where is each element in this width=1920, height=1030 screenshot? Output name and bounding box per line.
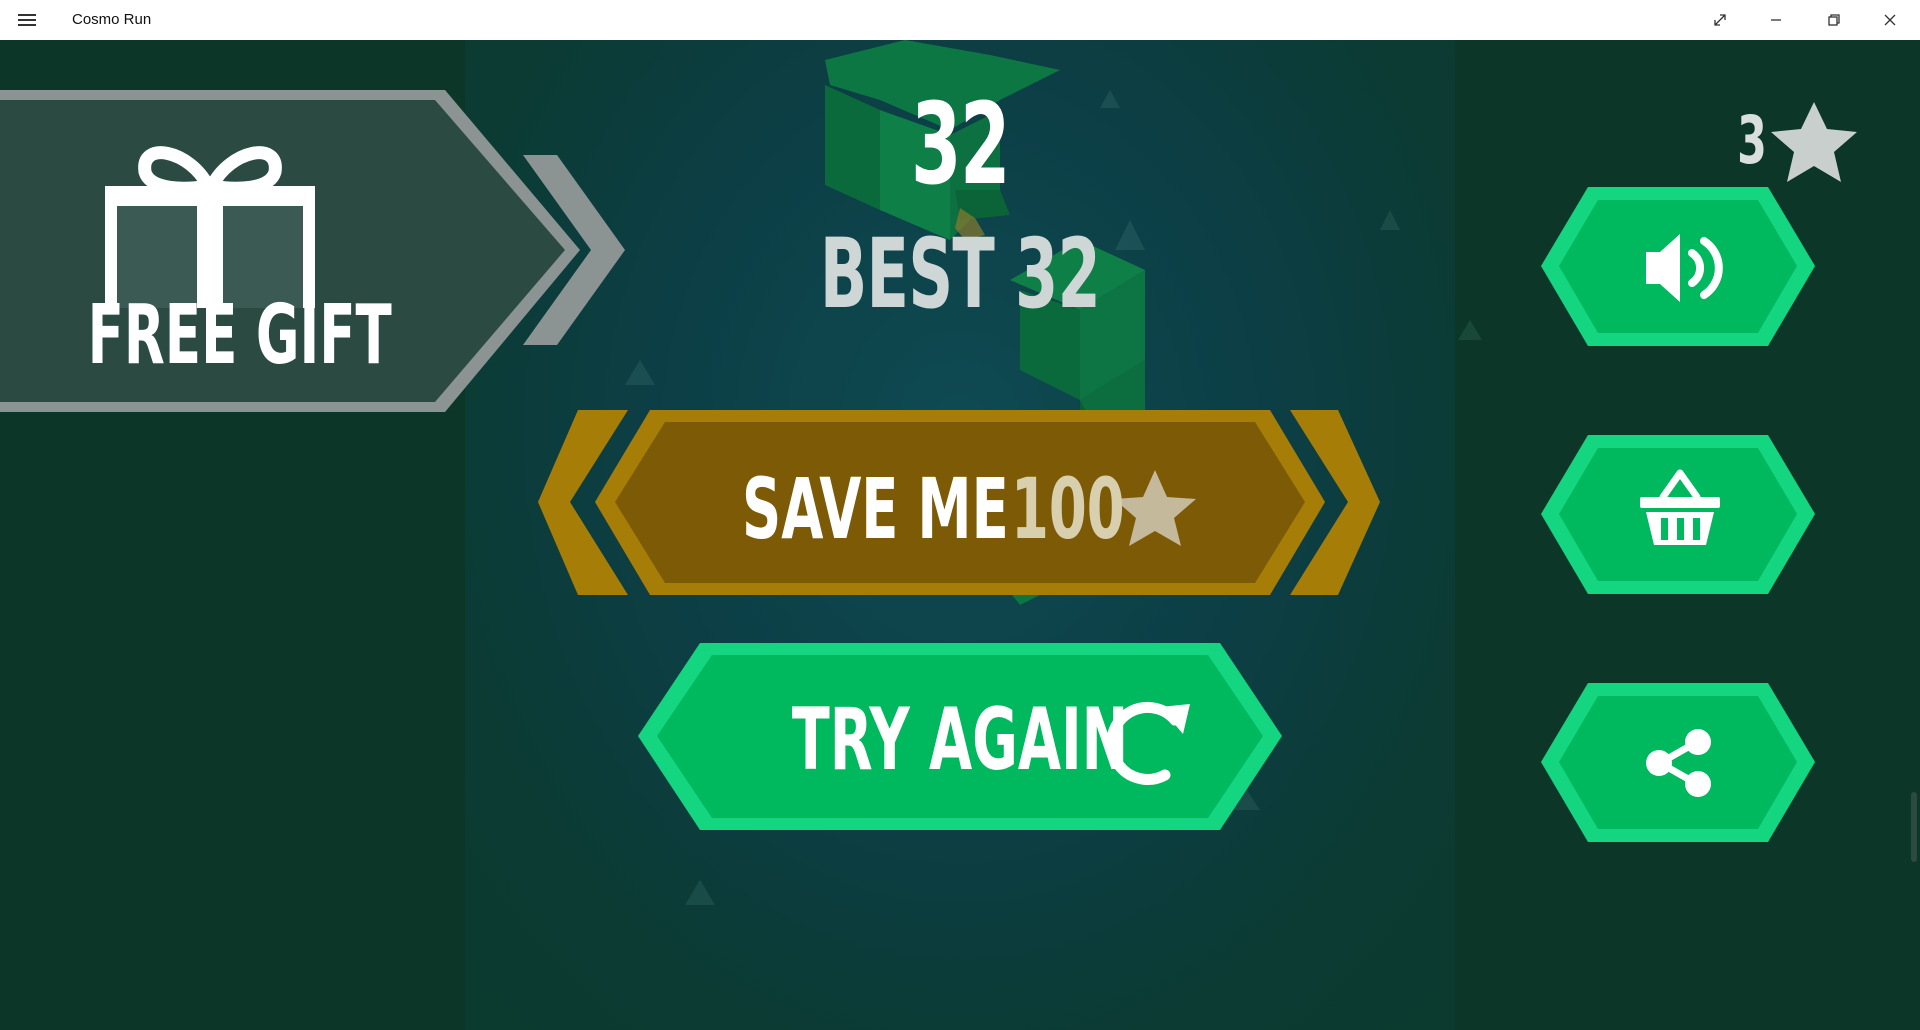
side-scrollbar[interactable]: [1911, 792, 1917, 862]
title-bar: Cosmo Run: [0, 0, 1920, 40]
share-button[interactable]: [1541, 683, 1815, 842]
try-again-label: TRY AGAIN: [791, 690, 1129, 790]
expand-icon[interactable]: [1692, 0, 1748, 40]
save-me-cost: 100: [1011, 460, 1125, 558]
game-screen: 32 BEST 32 FREE GIFT SAVE ME 100 TRY AGA…: [0, 40, 1920, 1030]
current-score: 32: [910, 80, 1011, 210]
sound-button[interactable]: [1541, 187, 1815, 346]
shop-button[interactable]: [1541, 435, 1815, 594]
free-gift-label: FREE GIFT: [87, 288, 392, 383]
app-title: Cosmo Run: [72, 11, 152, 28]
star-balance: 3: [1737, 102, 1767, 179]
best-score: BEST 32: [819, 218, 1101, 330]
save-me-label: SAVE ME: [742, 460, 1009, 558]
minimize-icon[interactable]: [1748, 0, 1804, 40]
star-balance-icon: [1771, 102, 1857, 182]
restore-icon[interactable]: [1806, 0, 1862, 40]
hamburger-icon[interactable]: [18, 11, 36, 29]
close-icon[interactable]: [1862, 0, 1918, 40]
